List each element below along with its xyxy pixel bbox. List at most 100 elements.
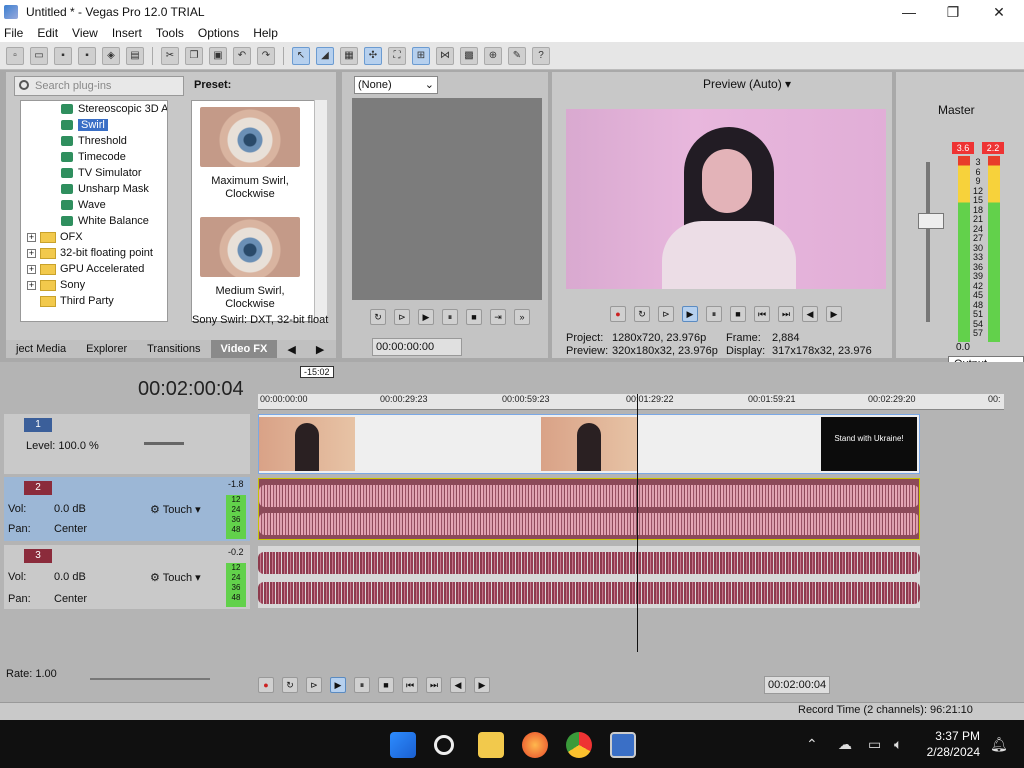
- auto-crossfade-icon[interactable]: ⋈: [436, 46, 454, 65]
- notification-bell-icon[interactable]: 🔔︎: [990, 736, 1008, 753]
- loop-icon[interactable]: ↻: [634, 306, 650, 322]
- search-icon[interactable]: [434, 735, 454, 755]
- expand-icon[interactable]: +: [27, 232, 36, 242]
- menu-view[interactable]: View: [72, 26, 98, 40]
- search-plugins-input[interactable]: Search plug-ins: [14, 76, 184, 96]
- play-icon[interactable]: ▶: [418, 309, 434, 325]
- plugin-tv-simulator[interactable]: TV Simulator: [21, 165, 167, 181]
- selection-tool-icon[interactable]: ▦: [340, 46, 358, 65]
- automation-mode[interactable]: ⚙ Touch ▾: [150, 503, 201, 516]
- firefox-icon[interactable]: [522, 732, 548, 758]
- track-header-video-1[interactable]: 1 Level: 100.0 %: [4, 414, 250, 474]
- file-explorer-icon[interactable]: [478, 732, 504, 758]
- next-frame-icon[interactable]: ▶: [826, 306, 842, 322]
- lock-envelopes-icon[interactable]: ⛶: [388, 46, 406, 65]
- audio-event-track-3[interactable]: [258, 546, 920, 608]
- loop-icon[interactable]: ↻: [282, 677, 298, 693]
- plugin-stereoscopic[interactable]: Stereoscopic 3D A: [21, 101, 167, 117]
- master-fader-knob[interactable]: [918, 213, 944, 229]
- next-frame-icon[interactable]: ▶: [474, 677, 490, 693]
- video-event[interactable]: Stand with Ukraine!: [258, 414, 920, 474]
- chevron-up-icon[interactable]: ⌃: [806, 736, 818, 753]
- display-icon[interactable]: ▭: [868, 736, 881, 753]
- expand-icon[interactable]: +: [27, 264, 36, 274]
- rate-slider[interactable]: [90, 678, 210, 680]
- plugin-unsharp-mask[interactable]: Unsharp Mask: [21, 181, 167, 197]
- folder-32bit[interactable]: +32-bit floating point: [21, 245, 167, 261]
- expand-icon[interactable]: +: [27, 280, 36, 290]
- folder-gpu[interactable]: + GPU Accelerated: [21, 261, 167, 277]
- tab-scroll-right-icon[interactable]: ▶: [306, 343, 334, 356]
- ignore-grouping-icon[interactable]: ▩: [460, 46, 478, 65]
- redo-icon[interactable]: ↷: [257, 46, 275, 65]
- preset-medium-swirl[interactable]: Medium Swirl, Clockwise: [192, 201, 308, 311]
- save-icon[interactable]: ▪: [54, 46, 72, 65]
- undo-icon[interactable]: ↶: [233, 46, 251, 65]
- add-to-timeline-icon[interactable]: ⇥: [490, 309, 506, 325]
- trimmer-display[interactable]: [352, 98, 542, 300]
- record-icon[interactable]: ●: [258, 677, 274, 693]
- stop-icon[interactable]: ■: [378, 677, 394, 693]
- zoom-tool-icon[interactable]: ⊕: [484, 46, 502, 65]
- folder-ofx[interactable]: + OFX: [21, 229, 167, 245]
- go-to-end-icon[interactable]: ⏭: [778, 306, 794, 322]
- preview-quality-select[interactable]: Preview (Auto) ▾: [703, 77, 791, 91]
- tab-scroll-left-icon[interactable]: ◀: [277, 343, 305, 356]
- audio-event-track-2[interactable]: [258, 478, 920, 540]
- prev-frame-icon[interactable]: ◀: [802, 306, 818, 322]
- preset-list[interactable]: Maximum Swirl, Clockwise Medium Swirl, Clo…: [191, 100, 327, 322]
- play-from-start-icon[interactable]: ⊳: [306, 677, 322, 693]
- preset-maximum-swirl[interactable]: Maximum Swirl, Clockwise: [192, 101, 308, 201]
- menu-help[interactable]: Help: [253, 26, 278, 40]
- system-clock[interactable]: 3:37 PM 2/28/2024: [924, 728, 980, 760]
- play-icon[interactable]: ▶: [330, 677, 346, 693]
- eyedropper-icon[interactable]: ✎: [508, 46, 526, 65]
- plugin-white-balance[interactable]: White Balance: [21, 213, 167, 229]
- tab-project-media[interactable]: ject Media: [6, 343, 76, 355]
- minimize-button[interactable]: —: [886, 0, 932, 24]
- properties-icon[interactable]: ▤: [126, 46, 144, 65]
- snapping-icon[interactable]: ⊞: [412, 46, 430, 65]
- play-from-start-icon[interactable]: ⊳: [658, 306, 674, 322]
- menu-tools[interactable]: Tools: [156, 26, 184, 40]
- tab-transitions[interactable]: Transitions: [137, 343, 210, 355]
- pause-icon[interactable]: ⏸: [706, 306, 722, 322]
- menu-options[interactable]: Options: [198, 26, 239, 40]
- plugin-swirl[interactable]: Swirl: [21, 117, 167, 133]
- volume-icon[interactable]: 🔈︎: [894, 736, 902, 753]
- plugin-timecode[interactable]: Timecode: [21, 149, 167, 165]
- save-as-icon[interactable]: ▪: [78, 46, 96, 65]
- expand-icon[interactable]: +: [27, 248, 36, 258]
- network-icon[interactable]: ☁: [838, 736, 852, 753]
- go-to-start-icon[interactable]: ⏮: [754, 306, 770, 322]
- tab-video-fx[interactable]: Video FX: [210, 340, 278, 358]
- more-icon[interactable]: »: [514, 309, 530, 325]
- track-header-audio-3[interactable]: 3 Vol: 0.0 dB Pan: Center ⚙ Touch ▾ -0.2…: [4, 545, 250, 609]
- chrome-icon[interactable]: [566, 732, 592, 758]
- automation-mode[interactable]: ⚙ Touch ▾: [150, 571, 201, 584]
- pause-icon[interactable]: ⏸: [442, 309, 458, 325]
- trimmer-media-select[interactable]: (None) ⌄: [354, 76, 438, 94]
- whats-this-help-icon[interactable]: ?: [532, 46, 550, 65]
- stop-icon[interactable]: ■: [730, 306, 746, 322]
- plugin-wave[interactable]: Wave: [21, 197, 167, 213]
- loop-region-marker[interactable]: -15:02: [300, 366, 334, 378]
- timeline-ruler[interactable]: 00:00:00:00 00:00:29:23 00:00:59:23 00:0…: [258, 394, 1004, 410]
- envelope-tool-icon[interactable]: ◢: [316, 46, 334, 65]
- level-slider[interactable]: [144, 442, 184, 445]
- normal-edit-tool-icon[interactable]: ↖: [292, 46, 310, 65]
- cut-icon[interactable]: ✂: [161, 46, 179, 65]
- go-to-start-icon[interactable]: ⏮: [402, 677, 418, 693]
- loop-icon[interactable]: ↻: [370, 309, 386, 325]
- folder-third-party[interactable]: Third Party: [21, 293, 167, 309]
- pause-icon[interactable]: ⏸: [354, 677, 370, 693]
- menu-file[interactable]: File: [4, 26, 23, 40]
- preset-scrollbar[interactable]: [314, 100, 327, 322]
- render-icon[interactable]: ◈: [102, 46, 120, 65]
- stop-icon[interactable]: ■: [466, 309, 482, 325]
- tab-explorer[interactable]: Explorer: [76, 343, 137, 355]
- paste-icon[interactable]: ▣: [209, 46, 227, 65]
- track-header-audio-2[interactable]: 2 Vol: 0.0 dB Pan: Center ⚙ Touch ▾ -1.8…: [4, 477, 250, 541]
- folder-sony[interactable]: + Sony: [21, 277, 167, 293]
- plugin-tree[interactable]: Stereoscopic 3D A Swirl Threshold Timeco…: [20, 100, 168, 322]
